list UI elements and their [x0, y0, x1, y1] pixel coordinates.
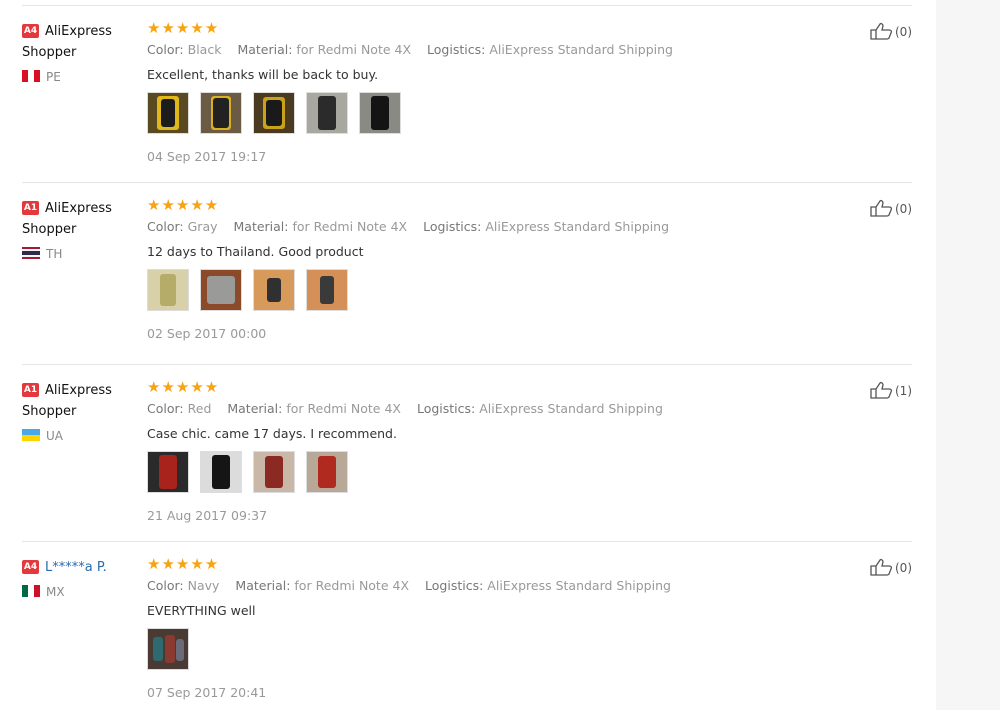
color-value: Navy [187, 578, 220, 593]
review-photo-thumbnail[interactable] [359, 92, 402, 134]
review-text: 12 days to Thailand. Good product [147, 244, 364, 259]
review-photo-thumbnail[interactable] [306, 92, 349, 134]
review-photos [147, 628, 787, 670]
logistics-value: AliExpress Standard Shipping [485, 219, 670, 234]
review-item: A1 AliExpress Shopper UA ★★★★★ Color: Red… [22, 365, 912, 542]
helpful-button[interactable]: (0) [870, 199, 912, 217]
reviewer-country: TH [22, 247, 140, 261]
page-gutter [936, 0, 1000, 710]
review-photo-thumbnail[interactable] [147, 628, 189, 670]
color-value: Red [187, 401, 212, 416]
review-photo-thumbnail[interactable] [200, 269, 243, 311]
review-photos [147, 269, 787, 311]
material-value: for Redmi Note 4X [294, 578, 410, 593]
review-photo-thumbnail[interactable] [306, 451, 349, 493]
reviewer-country: MX [22, 585, 140, 599]
rating-stars: ★★★★★ [147, 378, 220, 396]
buyer-level-badge: A1 [22, 201, 39, 215]
order-info: Color: Gray Material: for Redmi Note 4X … [147, 219, 670, 234]
review-date: 07 Sep 2017 20:41 [147, 685, 267, 700]
reviewer-name[interactable]: A4 L*****a P. [22, 560, 107, 575]
review-date: 21 Aug 2017 09:37 [147, 508, 268, 523]
material-value: for Redmi Note 4X [286, 401, 401, 416]
reviewer-name: A1 AliExpress Shopper [22, 383, 112, 419]
review-text: EVERYTHING well [147, 603, 256, 618]
reviewer-info: A4 AliExpress Shopper PE [22, 20, 140, 84]
rating-stars: ★★★★★ [147, 19, 220, 37]
review-photo-thumbnail[interactable] [200, 451, 243, 493]
review-photo-thumbnail[interactable] [200, 92, 243, 134]
review-item: A1 AliExpress Shopper TH ★★★★★ Color: Gra… [22, 183, 912, 365]
reviewer-name: A1 AliExpress Shopper [22, 201, 112, 237]
review-photo-thumbnail[interactable] [253, 451, 296, 493]
material-value: for Redmi Note 4X [292, 219, 408, 234]
logistics-value: AliExpress Standard Shipping [487, 578, 671, 593]
review-item: A4 L*****a P. MX ★★★★★ Color: Navy Materi… [22, 542, 912, 722]
thailand-flag-icon [22, 247, 40, 259]
review-photo-thumbnail[interactable] [147, 92, 189, 134]
review-photo-thumbnail[interactable] [253, 269, 296, 311]
buyer-level-badge: A4 [22, 560, 39, 574]
helpful-button[interactable]: (0) [870, 558, 912, 576]
review-photo-thumbnail[interactable] [147, 451, 189, 493]
rating-stars: ★★★★★ [147, 196, 220, 214]
color-value: Gray [187, 219, 218, 234]
reviewer-country: PE [22, 70, 140, 84]
material-value: for Redmi Note 4X [296, 42, 412, 57]
review-photos [147, 451, 787, 493]
order-info: Color: Navy Material: for Redmi Note 4X … [147, 578, 671, 593]
reviewer-name: A4 AliExpress Shopper [22, 24, 112, 60]
buyer-level-badge: A1 [22, 383, 39, 397]
thumbs-up-icon [870, 22, 893, 40]
review-photos [147, 92, 787, 134]
review-date: 04 Sep 2017 19:17 [147, 149, 267, 164]
review-text: Excellent, thanks will be back to buy. [147, 67, 379, 82]
buyer-level-badge: A4 [22, 24, 39, 38]
mexico-flag-icon [22, 585, 40, 597]
review-date: 02 Sep 2017 00:00 [147, 326, 267, 341]
review-photo-thumbnail[interactable] [147, 269, 189, 311]
helpful-button[interactable]: (1) [870, 381, 912, 399]
order-info: Color: Black Material: for Redmi Note 4X… [147, 42, 673, 57]
thumbs-up-icon [870, 558, 893, 576]
reviewer-info: A1 AliExpress Shopper TH [22, 197, 140, 261]
thumbs-up-icon [870, 199, 893, 217]
reviewer-info: A1 AliExpress Shopper UA [22, 379, 140, 443]
review-item: A4 AliExpress Shopper PE ★★★★★ Color: Bla… [22, 6, 912, 183]
color-value: Black [187, 42, 222, 57]
review-text: Case chic. came 17 days. I recommend. [147, 426, 397, 441]
reviewer-info: A4 L*****a P. MX [22, 556, 140, 599]
ukraine-flag-icon [22, 429, 40, 441]
peru-flag-icon [22, 70, 40, 82]
helpful-button[interactable]: (0) [870, 22, 912, 40]
reviewer-country: UA [22, 429, 140, 443]
review-photo-thumbnail[interactable] [253, 92, 296, 134]
logistics-value: AliExpress Standard Shipping [479, 401, 663, 416]
logistics-value: AliExpress Standard Shipping [489, 42, 673, 57]
rating-stars: ★★★★★ [147, 555, 220, 573]
order-info: Color: Red Material: for Redmi Note 4X L… [147, 401, 663, 416]
thumbs-up-icon [870, 381, 893, 399]
review-photo-thumbnail[interactable] [306, 269, 349, 311]
